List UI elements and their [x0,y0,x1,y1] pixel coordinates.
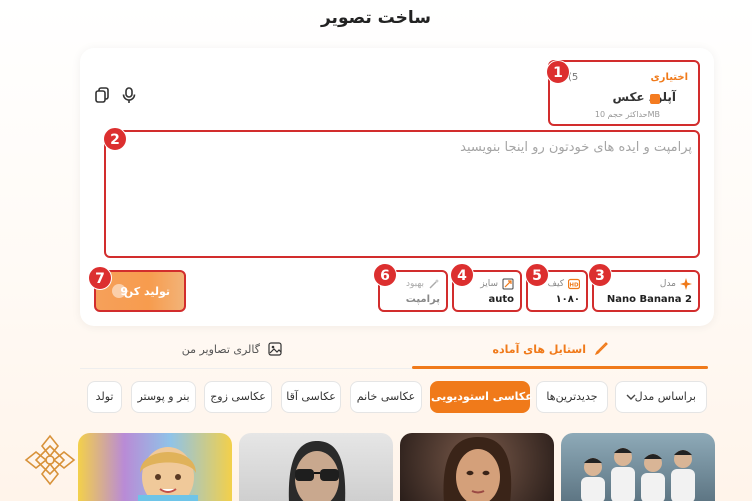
annotation-badge: 2 [103,127,127,151]
page-title: ساخت تصویر [320,8,432,28]
size-label: سایز [480,279,498,289]
style-thumbnail[interactable] [78,433,232,501]
generate-label: تولید کن [123,285,170,298]
chip-studio-photography[interactable]: عکاسی استودیویی [430,381,533,413]
improve-value: پرامپت [405,294,440,305]
sparkle-icon [680,278,692,290]
active-tab-indicator [412,366,708,369]
tab-my-gallery-label: گالری تصاویر من [181,343,260,356]
model-label: مدل [659,279,676,289]
svg-text:HD: HD [569,282,579,288]
hd-icon: HD [568,278,580,290]
style-thumbnail[interactable] [239,433,393,501]
sort-select[interactable]: براساس مدل [615,381,707,413]
tab-ready-styles-label: استایل های آماده [492,343,586,356]
girl-portrait-image [138,447,198,501]
magic-wand-icon [429,279,439,289]
annotation-badge: 3 [588,263,612,287]
ornament-logo-icon [24,434,76,486]
tab-ready-styles[interactable]: استایل های آماده [430,340,608,368]
quality-label: کیف [547,279,564,289]
group-portrait-image [581,448,695,501]
gallery-icon [268,342,282,356]
quality-value: ۱۰۸۰ [555,294,580,305]
improve-label: بهبود [405,279,424,289]
annotation-badge: 6 [373,263,397,287]
optional-label: اختیاری [650,72,688,83]
sunglasses-portrait-image [288,441,346,501]
style-thumbnail[interactable] [400,433,554,501]
size-value: auto [488,294,514,305]
prompt-area [104,130,700,258]
upload-image-icon [650,94,660,104]
resize-icon [502,278,514,290]
chip-couple-photography[interactable]: عکاسی زوج [204,381,272,413]
annotation-badge: 5 [525,263,549,287]
annotation-badge: 4 [450,263,474,287]
upload-photo-button[interactable]: اختیاری (5 آپلود عکس حداکثر حجم 10MB [548,60,700,126]
coin-icon [112,284,126,298]
brush-icon [595,342,608,355]
copy-icon[interactable] [93,86,111,104]
style-thumbnail[interactable] [561,433,715,501]
chip-birthday[interactable]: تولد [87,381,122,413]
upload-size-hint: حداکثر حجم 10MB [594,110,660,119]
model-value: Nano Banana 2 [606,294,692,305]
annotation-badge: 1 [546,60,570,84]
sort-select-label: براساس مدل [634,390,696,403]
microphone-icon[interactable] [120,86,138,104]
annotation-badge: 7 [88,266,112,290]
prompt-input[interactable] [114,140,692,250]
chip-newest[interactable]: جدیدترین‌ها [536,381,608,413]
chip-women-photography[interactable]: عکاسی خانم [350,381,422,413]
upload-title: آپلود عکس [612,90,676,104]
chip-men-photography[interactable]: عکاسی آقا [281,381,341,413]
chip-banner-poster[interactable]: بنر و پوستر [131,381,196,413]
tab-my-gallery[interactable]: گالری تصاویر من [170,340,282,368]
woman-portrait-image [443,437,512,501]
